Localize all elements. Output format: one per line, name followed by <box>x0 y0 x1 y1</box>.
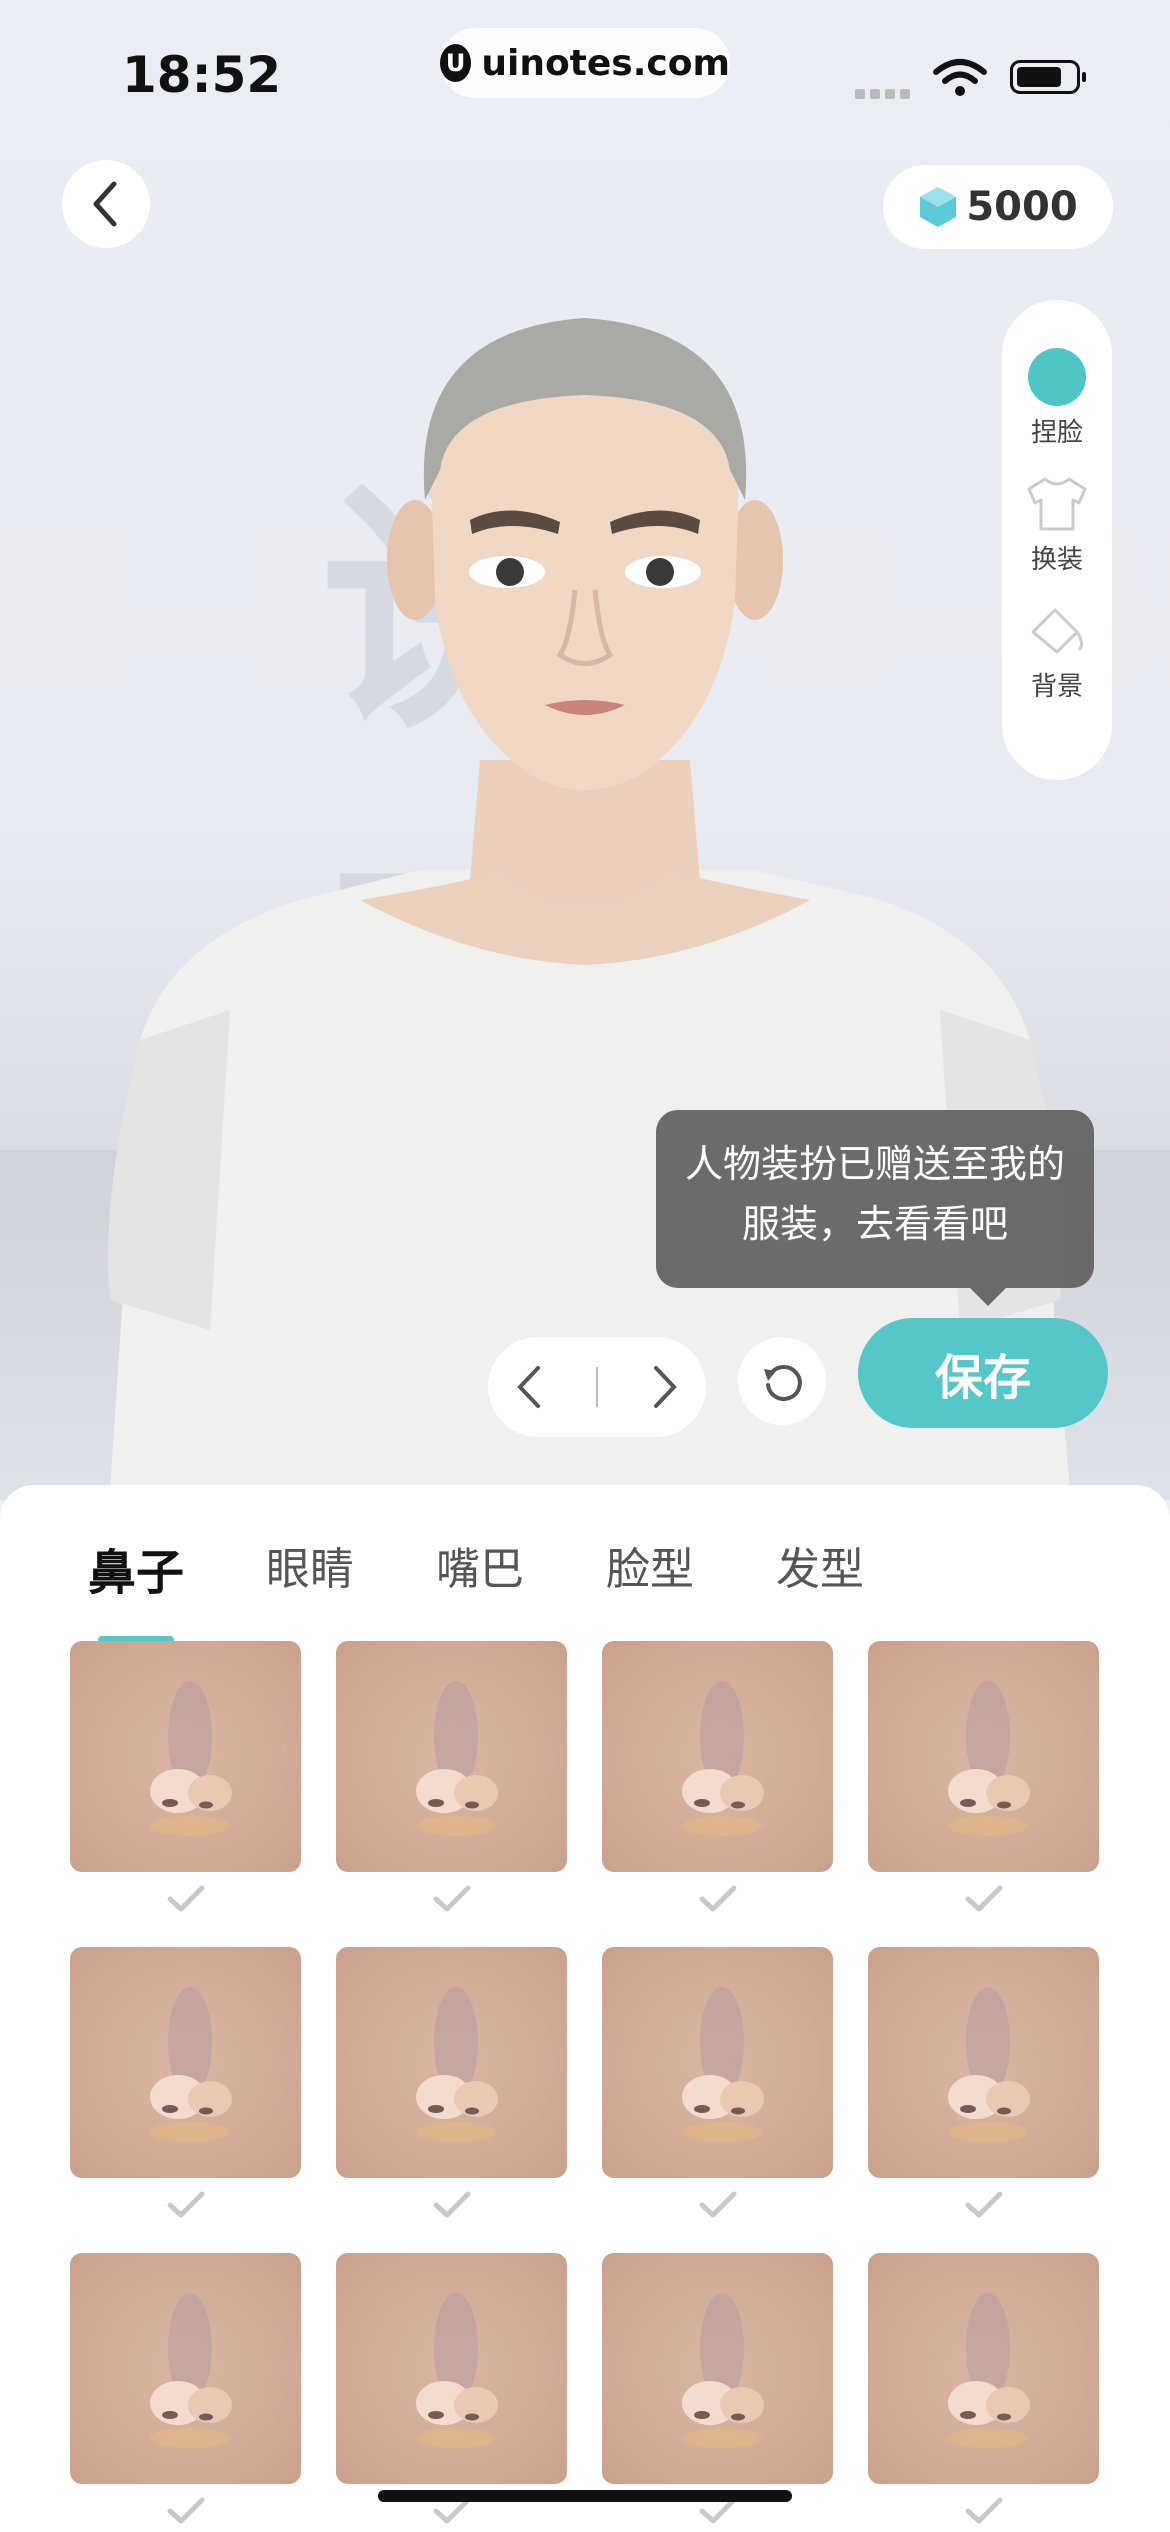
nose-thumbnail <box>602 1641 833 1872</box>
nose-option[interactable] <box>70 1947 301 2253</box>
checkmark-icon <box>166 2496 206 2530</box>
checkmark-icon <box>964 2496 1004 2530</box>
nose-option[interactable] <box>70 2253 301 2532</box>
checkmark-icon <box>166 2190 206 2224</box>
tab-nose[interactable]: 鼻子 <box>88 1533 184 1643</box>
paint-bucket-icon <box>1031 608 1084 654</box>
checkmark-icon <box>432 2190 472 2224</box>
nose-thumbnail <box>602 2253 833 2484</box>
save-button[interactable]: 保存 <box>858 1318 1108 1428</box>
nose-thumbnail <box>336 2253 567 2484</box>
nose-option[interactable] <box>336 1947 567 2253</box>
status-time: 18:52 <box>122 46 282 104</box>
prev-next-control <box>488 1337 706 1437</box>
nose-option[interactable] <box>602 1641 833 1947</box>
site-logo-icon: U <box>440 44 472 82</box>
divider <box>596 1367 598 1407</box>
tooltip-line-2: 服装，去看看吧 <box>741 1202 1008 1246</box>
checkmark-icon <box>698 2190 738 2224</box>
chevron-left-icon <box>93 181 117 227</box>
side-item-label: 换装 <box>1030 545 1083 575</box>
side-item-background[interactable]: 背景 <box>1023 602 1091 703</box>
cellular-signal-icon <box>855 84 915 99</box>
checkmark-icon <box>166 1884 206 1918</box>
nose-option[interactable] <box>868 1947 1099 2253</box>
battery-icon <box>1010 60 1086 94</box>
gem-icon <box>920 187 957 227</box>
nose-thumbnail <box>336 1641 567 1872</box>
checkmark-icon <box>964 2190 1004 2224</box>
nose-option[interactable] <box>336 1641 567 1947</box>
tab-mouth[interactable]: 嘴巴 <box>436 1533 524 1603</box>
side-item-label: 背景 <box>1030 672 1083 702</box>
tab-hairstyle[interactable]: 发型 <box>776 1533 864 1603</box>
reset-button[interactable] <box>738 1337 826 1425</box>
nose-thumbnail <box>868 1641 1099 1872</box>
checkmark-icon <box>698 1884 738 1918</box>
nose-options-grid <box>70 1641 1099 2532</box>
back-button[interactable] <box>62 160 150 248</box>
tab-eyes[interactable]: 眼睛 <box>266 1533 354 1603</box>
shirt-icon <box>1027 477 1087 531</box>
nose-option[interactable] <box>602 1947 833 2253</box>
nose-thumbnail <box>868 2253 1099 2484</box>
nose-option[interactable] <box>70 1641 301 1947</box>
customization-panel: 鼻子 眼睛 嘴巴 脸型 发型 <box>0 1485 1170 2532</box>
tooltip-line-1: 人物装扮已赠送至我的 <box>684 1142 1065 1186</box>
gift-tooltip[interactable]: 人物装扮已赠送至我的 服装，去看看吧 <box>656 1110 1094 1306</box>
tab-face-shape[interactable]: 脸型 <box>606 1533 694 1603</box>
wifi-icon <box>933 59 987 96</box>
side-item-outfit[interactable]: 换装 <box>1023 475 1091 576</box>
nose-thumbnail <box>336 1947 567 2178</box>
reset-icon <box>764 1364 802 1401</box>
chevron-right-icon[interactable] <box>650 1364 680 1410</box>
home-indicator <box>378 2490 792 2502</box>
coin-balance[interactable]: 5000 <box>883 165 1113 249</box>
nose-thumbnail <box>70 1641 301 1872</box>
nose-option[interactable] <box>868 2253 1099 2532</box>
nose-thumbnail <box>70 1947 301 2178</box>
checkmark-icon <box>964 1884 1004 1918</box>
face-icon <box>1028 348 1086 406</box>
nose-option[interactable] <box>868 1641 1099 1947</box>
url-pill[interactable]: U uinotes.com <box>440 28 730 98</box>
checkmark-icon <box>432 1884 472 1918</box>
chevron-left-icon[interactable] <box>514 1364 544 1410</box>
category-tabs: 鼻子 眼睛 嘴巴 脸型 发型 <box>88 1533 864 1643</box>
side-item-label: 捏脸 <box>1030 418 1083 448</box>
coin-count: 5000 <box>966 184 1078 230</box>
nose-thumbnail <box>868 1947 1099 2178</box>
side-menu: 捏脸 换装 背景 <box>1002 300 1112 780</box>
url-text: uinotes.com <box>481 42 730 84</box>
side-item-face[interactable]: 捏脸 <box>1028 348 1086 449</box>
nose-thumbnail <box>602 1947 833 2178</box>
nose-thumbnail <box>70 2253 301 2484</box>
